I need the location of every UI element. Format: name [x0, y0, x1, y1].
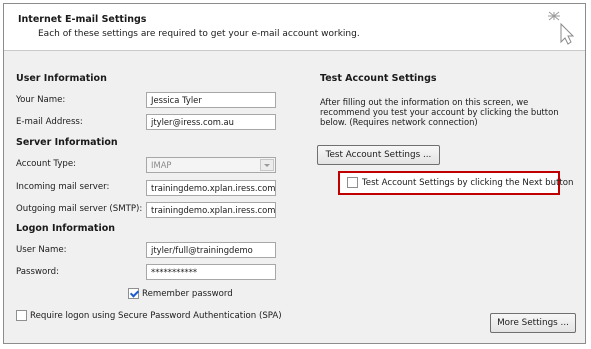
require-spa-checkbox[interactable] — [16, 310, 27, 321]
section-server-information: Server Information — [16, 137, 118, 148]
page-subtitle: Each of these settings are required to g… — [38, 29, 360, 39]
password-label: Password: — [16, 267, 60, 277]
chevron-down-icon — [260, 159, 274, 171]
outgoing-server-input[interactable]: trainingdemo.xplan.iress.com. — [146, 202, 276, 218]
page-title: Internet E-mail Settings — [18, 14, 147, 25]
your-name-input[interactable]: Jessica Tyler — [146, 92, 276, 108]
remember-password-label: Remember password — [142, 289, 233, 299]
email-address-label: E-mail Address: — [16, 117, 83, 127]
require-spa-label: Require logon using Secure Password Auth… — [30, 311, 282, 321]
more-settings-button[interactable]: More Settings ... — [490, 313, 576, 333]
section-logon-information: Logon Information — [16, 223, 116, 234]
outgoing-server-label: Outgoing mail server (SMTP): — [16, 204, 143, 214]
test-on-next-checkbox[interactable] — [347, 177, 358, 188]
section-user-information: User Information — [16, 73, 107, 84]
email-address-input[interactable]: jtyler@iress.com.au — [146, 114, 276, 130]
remember-password-checkbox[interactable] — [128, 288, 139, 299]
test-on-next-label: Test Account Settings by clicking the Ne… — [362, 178, 574, 188]
account-type-select: IMAP — [146, 157, 276, 173]
section-test-account-settings: Test Account Settings — [320, 73, 437, 84]
your-name-label: Your Name: — [16, 95, 66, 105]
password-input[interactable]: *********** — [146, 264, 276, 280]
email-settings-dialog: Internet E-mail Settings Each of these s… — [3, 3, 586, 344]
incoming-server-input[interactable]: trainingdemo.xplan.iress.com. — [146, 180, 276, 196]
account-type-value: IMAP — [151, 160, 172, 170]
user-name-input[interactable]: jtyler/full@trainingdemo — [146, 242, 276, 258]
incoming-server-label: Incoming mail server: — [16, 182, 110, 192]
test-account-settings-button[interactable]: Test Account Settings ... — [317, 145, 440, 165]
account-type-label: Account Type: — [16, 159, 77, 169]
user-name-label: User Name: — [16, 245, 67, 255]
dialog-header: Internet E-mail Settings Each of these s… — [4, 4, 585, 51]
test-account-description: After filling out the information on thi… — [320, 97, 559, 127]
sparkle-cursor-icon — [548, 11, 575, 45]
